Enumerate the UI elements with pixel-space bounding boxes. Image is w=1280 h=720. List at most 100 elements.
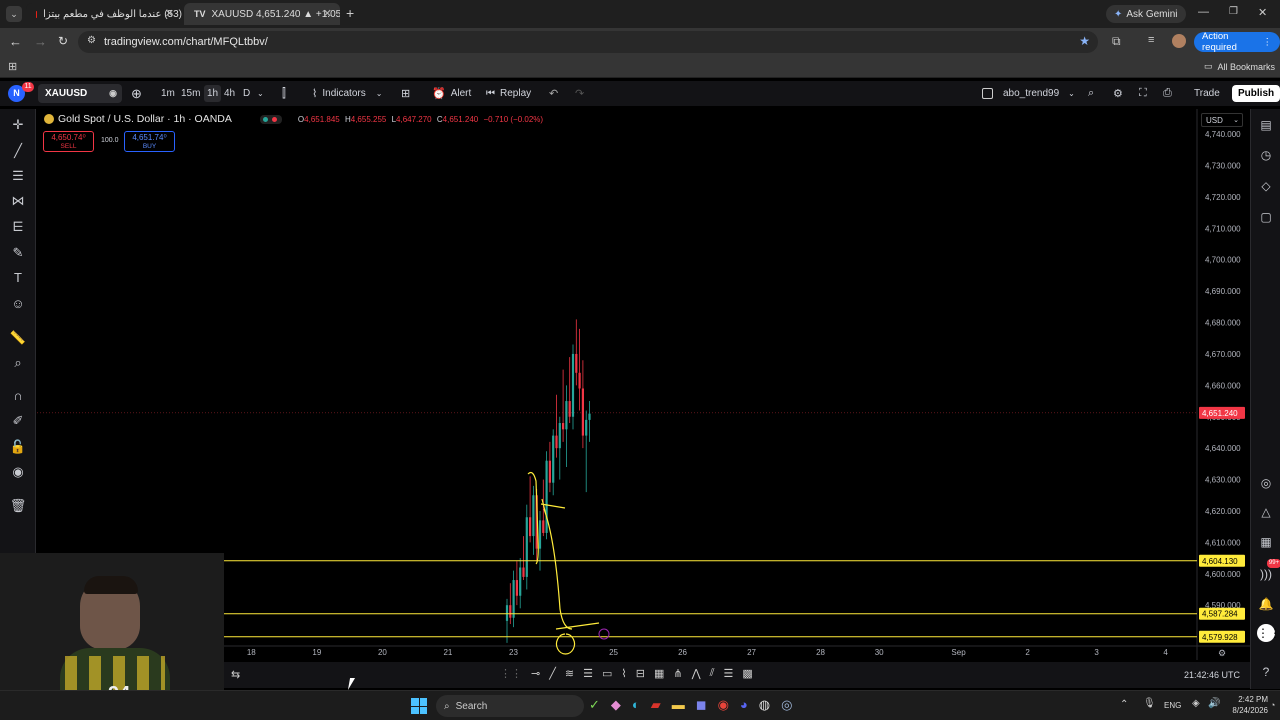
channel-icon[interactable]: ⫽ bbox=[710, 667, 715, 680]
calendar-icon[interactable]: ▦ bbox=[1257, 533, 1275, 551]
templates-icon[interactable]: ⊞ bbox=[401, 85, 410, 102]
long-position-icon[interactable]: ⊟ bbox=[636, 667, 645, 680]
chart-type-icon[interactable]: ⫿ bbox=[282, 85, 286, 102]
app2-icon[interactable]: ◍ bbox=[759, 697, 770, 713]
magnet-icon[interactable]: ∩ bbox=[8, 386, 28, 406]
brush-icon[interactable]: ✎ bbox=[8, 243, 28, 263]
start-icon[interactable] bbox=[411, 698, 427, 714]
chevron-down-icon[interactable]: ⌄ bbox=[257, 85, 264, 102]
currency-select[interactable]: USD ⌄ bbox=[1201, 113, 1243, 127]
fib-icon[interactable]: ☰ bbox=[583, 667, 593, 680]
lock-icon[interactable]: 🔓 bbox=[8, 437, 28, 457]
taskbar-search[interactable]: ⌕ Search bbox=[436, 695, 584, 717]
profile-avatar[interactable] bbox=[1172, 34, 1186, 48]
forward-icon[interactable]: → bbox=[34, 34, 47, 49]
emoji-icon[interactable]: ☺ bbox=[8, 294, 28, 314]
horizontal-lines-icon[interactable]: ☰ bbox=[8, 166, 28, 186]
symbol-title[interactable]: Gold Spot / U.S. Dollar · 1h · OANDA bbox=[58, 113, 232, 125]
new-tab-button[interactable]: + bbox=[346, 5, 354, 21]
eye-icon[interactable]: ◉ bbox=[109, 84, 117, 103]
fullscreen-icon[interactable]: ⛶ bbox=[1139, 85, 1147, 102]
apps-grid-icon[interactable]: ⊞ bbox=[8, 60, 17, 73]
close-window-button[interactable]: ✕ bbox=[1258, 6, 1267, 19]
quick-search-icon[interactable]: ⌕ bbox=[1088, 85, 1094, 102]
zoom-icon[interactable]: ⌕ bbox=[8, 353, 28, 373]
acrobat-icon[interactable]: ▰ bbox=[651, 697, 661, 713]
rectangle-icon[interactable]: ▭ bbox=[602, 667, 612, 680]
alerts-clock-icon[interactable]: ◷ bbox=[1257, 146, 1275, 164]
bookmark-star-icon[interactable]: ★ bbox=[1079, 34, 1090, 48]
minimize-button[interactable]: — bbox=[1198, 6, 1209, 18]
gann-icon[interactable]: ▦ bbox=[654, 667, 664, 680]
site-info-icon[interactable]: ⚙ bbox=[87, 35, 96, 46]
publish-button[interactable]: Publish bbox=[1232, 85, 1280, 102]
trash-icon[interactable]: 🗑 bbox=[8, 496, 28, 516]
drag-handle-icon[interactable]: ⋮⋮ bbox=[500, 667, 522, 680]
edge-icon[interactable]: ◐ bbox=[632, 697, 640, 713]
trade-button[interactable]: Trade bbox=[1188, 85, 1226, 102]
file-explorer-icon[interactable]: ▬ bbox=[672, 697, 685, 713]
indicators-button[interactable]: ⌇ Indicators ⌄ bbox=[312, 85, 382, 102]
address-bar[interactable]: ⚙ tradingview.com/chart/MFQLtbbv/ ★ bbox=[78, 31, 1098, 53]
grid-menu-icon[interactable]: ⋮⋮ bbox=[1257, 624, 1280, 642]
pitchfork-icon[interactable]: ⋔ bbox=[673, 667, 682, 680]
steam-icon[interactable]: ◎ bbox=[781, 697, 792, 713]
text-icon[interactable]: T bbox=[8, 268, 28, 288]
horizontal-ray-icon[interactable]: ⊸ bbox=[531, 667, 540, 680]
layers-icon[interactable]: ◇ bbox=[1257, 177, 1275, 195]
sell-button[interactable]: 4,650.74⁰ SELL bbox=[43, 131, 94, 152]
chrome-icon[interactable]: ◉ bbox=[718, 697, 729, 713]
grid-icon[interactable]: ▩ bbox=[742, 667, 752, 680]
bell-icon[interactable]: 🔔 bbox=[1257, 595, 1275, 613]
buy-button[interactable]: 4,651.74⁰ BUY bbox=[124, 131, 175, 152]
fib-icon[interactable]: ⋿ bbox=[8, 217, 28, 237]
action-required-button[interactable]: Action required ⋮ bbox=[1194, 31, 1280, 53]
settings-icon[interactable]: ⚙ bbox=[1113, 85, 1123, 102]
all-bookmarks-button[interactable]: ▭ All Bookmarks bbox=[1204, 61, 1275, 72]
replay-button[interactable]: ⏮ Replay bbox=[486, 85, 531, 102]
media-icon[interactable]: ≡ bbox=[1148, 34, 1154, 46]
lock-drawing-icon[interactable]: ✐ bbox=[8, 411, 28, 431]
date-range-icon[interactable]: ⇆ bbox=[231, 668, 240, 681]
volume-icon[interactable]: 🔊 bbox=[1208, 698, 1220, 709]
clock[interactable]: 2:42 PM 8/24/2026 bbox=[1228, 694, 1268, 716]
tab-list-button[interactable]: ⌄ bbox=[6, 6, 22, 22]
axis-settings-icon[interactable]: ⚙ bbox=[1218, 648, 1226, 659]
crosshair-icon[interactable]: ✛ bbox=[8, 115, 28, 135]
tray-chevron-icon[interactable]: ⌃ bbox=[1120, 699, 1128, 710]
ruler-icon[interactable]: 📏 bbox=[8, 328, 28, 348]
network-icon[interactable]: ◈ bbox=[1192, 698, 1200, 709]
teams-icon[interactable]: ◼ bbox=[696, 697, 707, 713]
ask-gemini-button[interactable]: ✦ Ask Gemini bbox=[1106, 5, 1186, 23]
discord-icon[interactable]: ◕ bbox=[740, 697, 748, 713]
watchlist-icon[interactable]: ▤ bbox=[1257, 116, 1275, 134]
reload-icon[interactable]: ↻ bbox=[58, 34, 68, 48]
utc-clock[interactable]: 21:42:46 UTC bbox=[1184, 670, 1240, 680]
target-icon[interactable]: ◎ bbox=[1257, 474, 1275, 492]
parallel-channel-icon[interactable]: ≋ bbox=[565, 667, 574, 680]
path-icon[interactable]: ⌇ bbox=[621, 667, 626, 680]
notifications-icon[interactable]: ◔ bbox=[1270, 700, 1275, 710]
help-icon[interactable]: ? bbox=[1257, 663, 1275, 681]
lines-icon[interactable]: ☰ bbox=[724, 667, 734, 680]
alert-button[interactable]: ⏰ Alert bbox=[432, 85, 471, 102]
timeframe-15m[interactable]: 15m bbox=[181, 85, 200, 102]
close-icon[interactable]: ✕ bbox=[323, 7, 332, 20]
maximize-button[interactable]: ❐ bbox=[1229, 6, 1238, 17]
eye-icon[interactable]: ◉ bbox=[8, 462, 28, 482]
tab-youtube[interactable]: (53) عندما الوظف في مطعم بيتزا ✕ bbox=[26, 3, 182, 25]
mic-icon[interactable]: 🎙 bbox=[1143, 698, 1156, 709]
language-indicator[interactable]: ENG bbox=[1164, 701, 1181, 710]
timeframe-4h[interactable]: 4h bbox=[224, 85, 235, 102]
xabcd-icon[interactable]: ⋀ bbox=[692, 667, 701, 680]
ideas-icon[interactable]: △ bbox=[1257, 503, 1275, 521]
extensions-icon[interactable]: ⧉ bbox=[1112, 34, 1121, 49]
redo-icon[interactable]: ↷ bbox=[575, 85, 584, 102]
chat-icon[interactable]: ▢ bbox=[1257, 208, 1275, 226]
undo-icon[interactable]: ↶ bbox=[549, 85, 558, 102]
symbol-search[interactable]: XAUUSD ◉ bbox=[38, 84, 122, 103]
compare-symbol-button[interactable]: ⊕ bbox=[131, 85, 142, 102]
camera-icon[interactable]: ⎙ bbox=[1163, 85, 1172, 102]
pattern-icon[interactable]: ⋈ bbox=[8, 191, 28, 211]
back-icon[interactable]: ← bbox=[9, 34, 22, 49]
